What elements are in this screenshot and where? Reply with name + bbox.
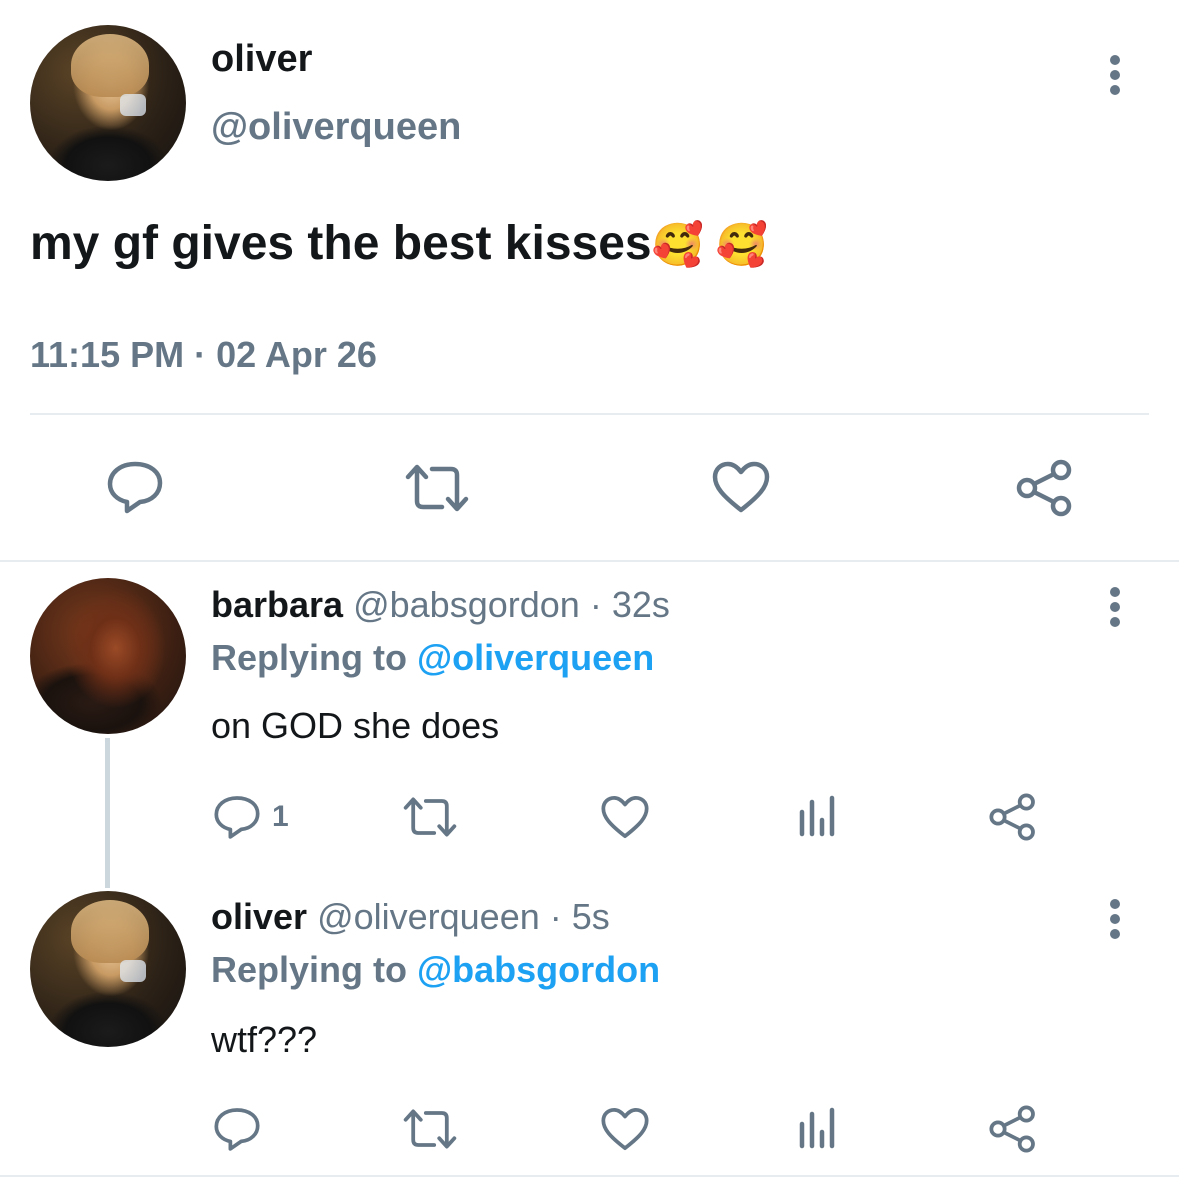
divider [0,1175,1179,1177]
author-name[interactable]: oliver [211,896,307,937]
analytics-icon[interactable] [798,794,840,838]
avatar[interactable] [30,25,186,181]
tweet-text: my gf gives the best kisses🥰 🥰 [30,216,768,271]
divider [0,560,1179,562]
replying-prefix: Replying to [211,637,407,678]
share-icon[interactable] [1015,458,1075,518]
reply-icon[interactable] [106,460,164,514]
tweet-age: 5s [571,896,610,937]
share-icon[interactable] [988,1104,1038,1154]
tweet-emoji: 🥰 🥰 [651,221,768,268]
heart-icon[interactable] [711,460,771,514]
avatar-glass [120,93,147,116]
tweet-age: 32s [611,584,670,625]
author-name[interactable]: barbara [211,584,343,625]
avatar[interactable] [30,578,186,734]
retweet-icon[interactable] [400,1108,460,1150]
tweet-text: wtf??? [211,1019,318,1060]
mention-link[interactable]: @oliverqueen [417,637,654,678]
author-handle[interactable]: @oliverqueen [211,106,461,149]
more-icon[interactable] [1100,586,1130,628]
replying-to: Replying to @babsgordon [211,949,660,991]
avatar[interactable] [30,891,186,1047]
reply-icon[interactable] [213,1106,261,1152]
retweet-icon[interactable] [402,463,472,513]
more-icon[interactable] [1100,898,1130,940]
dot-separator: · [549,896,562,937]
avatar-hair [70,34,149,97]
author-name[interactable]: oliver [211,38,312,81]
reply-icon[interactable] [213,794,261,840]
retweet-icon[interactable] [400,796,460,838]
more-icon[interactable] [1100,54,1130,96]
reply-header: barbara @babsgordon · 32s [211,584,670,626]
replying-to: Replying to @oliverqueen [211,637,654,679]
reply-count: 1 [272,800,289,833]
mention-link[interactable]: @babsgordon [417,949,660,990]
author-handle[interactable]: @babsgordon [353,584,580,625]
tweet-text: on GOD she does [211,705,500,746]
avatar-glass [120,959,147,982]
author-handle[interactable]: @oliverqueen [317,896,540,937]
avatar-hair [70,900,149,963]
timestamp-separator: · [194,334,207,375]
dot-separator: · [589,584,602,625]
heart-icon[interactable] [600,1106,650,1152]
share-icon[interactable] [988,792,1038,842]
heart-icon[interactable] [600,794,650,840]
tweet-time: 11:15 PM [30,334,185,375]
reply-header: oliver @oliverqueen · 5s [211,896,610,938]
tweet-timestamp[interactable]: 11:15 PM · 02 Apr 26 [30,334,377,376]
analytics-icon[interactable] [798,1106,840,1150]
tweet-text-body: my gf gives the best kisses [30,217,652,270]
tweet-date: 02 Apr 26 [216,334,377,375]
divider [30,413,1149,415]
replying-prefix: Replying to [211,949,407,990]
thread-line [105,738,110,888]
